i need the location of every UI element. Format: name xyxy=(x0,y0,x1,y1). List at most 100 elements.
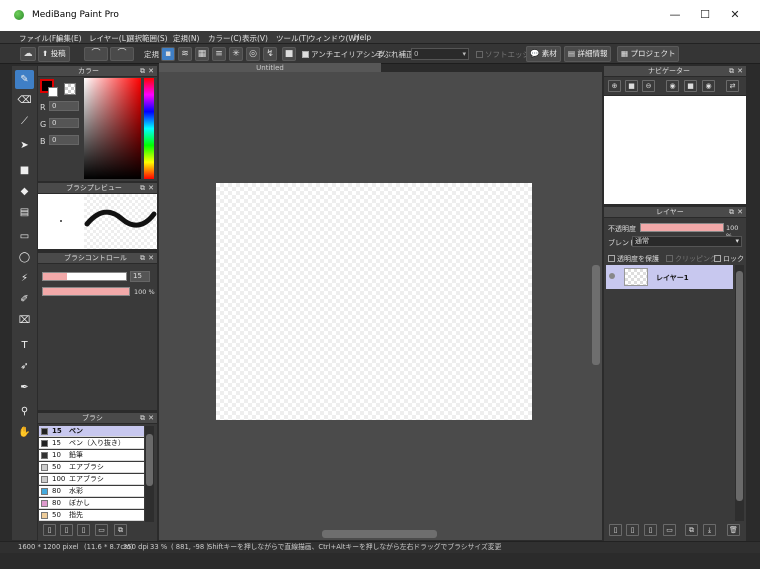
brush-size-slider[interactable] xyxy=(42,272,127,281)
detail-info-button[interactable]: ▤ 詳細情報 xyxy=(564,46,612,62)
brush-curve-icon[interactable]: ⌒ xyxy=(84,47,108,61)
eyedropper-tool-icon[interactable]: ⚲ xyxy=(15,402,34,421)
navigator-preview[interactable] xyxy=(604,96,746,204)
gradient-tool-icon[interactable]: ▤ xyxy=(15,203,34,222)
g-value-input[interactable]: 0 xyxy=(49,118,79,128)
menu-window[interactable]: ウィンドウ(W) xyxy=(308,33,359,44)
shape-tool-icon[interactable]: ■ xyxy=(15,161,34,180)
scroll-thumb[interactable] xyxy=(736,271,743,501)
ruler-curve-icon[interactable]: ↯ xyxy=(263,47,277,61)
undock-icon[interactable]: ⧉ xyxy=(729,207,734,218)
panel-close-icon[interactable]: ✕ xyxy=(737,207,743,218)
rotate-right-icon[interactable]: ◉ xyxy=(702,80,715,92)
drawing-paper[interactable] xyxy=(216,183,532,420)
menu-tools[interactable]: ツール(T) xyxy=(276,33,309,44)
scroll-thumb[interactable] xyxy=(322,530,437,538)
menu-help[interactable]: Help xyxy=(354,33,371,42)
dot-tool-icon[interactable]: ⟋ xyxy=(15,112,34,131)
layer-opacity-slider[interactable] xyxy=(640,223,724,232)
fill-tool-icon[interactable]: ◆ xyxy=(15,182,34,201)
softedge-checkbox[interactable]: ソフトエッジ xyxy=(476,49,530,60)
lock-checkbox[interactable]: ロック xyxy=(714,254,744,264)
ruler-concentric-icon[interactable]: ◎ xyxy=(246,47,260,61)
cloud-icon[interactable]: ☁ xyxy=(20,47,36,61)
scroll-thumb[interactable] xyxy=(146,434,153,486)
brush-list-item[interactable]: 15 ペン xyxy=(39,426,144,437)
magic-wand-tool-icon[interactable]: ⚡ xyxy=(15,269,34,288)
select-rect-tool-icon[interactable]: ▭ xyxy=(15,227,34,246)
new-8bit-layer-icon[interactable]: ▯ xyxy=(644,524,657,536)
post-button[interactable]: ⬆ 投稿 xyxy=(38,46,70,62)
layer-row[interactable]: レイヤー1 xyxy=(606,265,733,289)
transparent-color-swatch[interactable] xyxy=(64,83,76,95)
operation-tool-icon[interactable]: ➶ xyxy=(15,357,34,376)
select-eraser-tool-icon[interactable]: ⌧ xyxy=(15,311,34,330)
brush-list-item[interactable]: 100 エアブラシ xyxy=(39,474,144,485)
brush-tool-icon[interactable]: ✎ xyxy=(15,70,34,89)
brush-list-item[interactable]: 80 ぼかし xyxy=(39,498,144,509)
ruler-snap-icon[interactable]: ■ xyxy=(282,47,296,61)
maximize-button[interactable]: ☐ xyxy=(690,8,720,24)
hand-tool-icon[interactable]: ✋ xyxy=(15,423,34,442)
material-button[interactable]: 💬 素材 xyxy=(526,46,561,62)
brush-settings-icon[interactable]: ▯ xyxy=(60,524,73,536)
visibility-eye-icon[interactable] xyxy=(609,273,615,279)
lasso-tool-icon[interactable]: ◯ xyxy=(15,248,34,267)
brush-size-value[interactable]: 15 xyxy=(130,271,150,282)
r-value-input[interactable]: 0 xyxy=(49,101,79,111)
divide-tool-icon[interactable]: ✒ xyxy=(15,378,34,397)
panel-close-icon[interactable]: ✕ xyxy=(148,183,154,194)
new-halftone-layer-icon[interactable]: ▯ xyxy=(626,524,639,536)
hue-slider[interactable] xyxy=(144,78,154,179)
text-tool-icon[interactable]: T xyxy=(15,336,34,355)
trash-icon[interactable]: 🗑 xyxy=(727,524,740,536)
layer-list-scrollbar[interactable] xyxy=(735,265,744,521)
merge-down-icon[interactable]: ⤓ xyxy=(703,524,716,536)
brush-list-scrollbar[interactable] xyxy=(145,426,154,522)
select-pen-tool-icon[interactable]: ✐ xyxy=(15,290,34,309)
brush-list-item[interactable]: 15 ペン（入り抜き） xyxy=(39,438,144,449)
undock-icon[interactable]: ⧉ xyxy=(140,253,145,264)
menu-selection[interactable]: 選択範囲(S) xyxy=(127,33,168,44)
close-button[interactable]: ✕ xyxy=(720,8,750,24)
eraser-tool-icon[interactable]: ⌫ xyxy=(15,91,34,110)
menu-color[interactable]: カラー(C) xyxy=(208,33,242,44)
undock-icon[interactable]: ⧉ xyxy=(140,183,145,194)
brush-list-item[interactable]: 80 水彩 xyxy=(39,486,144,497)
flip-horizontal-icon[interactable]: ⇄ xyxy=(726,80,739,92)
brush-list-item[interactable]: 50 指先 xyxy=(39,510,144,521)
panel-close-icon[interactable]: ✕ xyxy=(737,66,743,77)
ruler-lines-icon[interactable]: ≡ xyxy=(212,47,226,61)
menu-edit[interactable]: 編集(E) xyxy=(56,33,82,44)
brush-opacity-slider[interactable] xyxy=(42,287,130,296)
actual-size-icon[interactable]: ■ xyxy=(684,80,697,92)
new-layer-icon[interactable]: ▯ xyxy=(609,524,622,536)
menu-file[interactable]: ファイル(F) xyxy=(19,33,59,44)
undock-icon[interactable]: ⧉ xyxy=(729,66,734,77)
undock-icon[interactable]: ⧉ xyxy=(140,66,145,77)
ruler-none-icon[interactable]: ▪ xyxy=(161,47,175,61)
saturation-value-picker[interactable] xyxy=(84,78,141,179)
fit-icon[interactable]: ■ xyxy=(625,80,638,92)
brush-list-item[interactable]: 50 エアブラシ xyxy=(39,462,144,473)
menu-ruler[interactable]: 定規(N) xyxy=(173,33,199,44)
protect-alpha-checkbox[interactable]: 透明度を保護 xyxy=(608,254,659,264)
b-value-input[interactable]: 0 xyxy=(49,135,79,145)
canvas-horizontal-scrollbar[interactable] xyxy=(159,529,591,539)
clipping-checkbox[interactable]: クリッピング xyxy=(666,254,717,264)
panel-close-icon[interactable]: ✕ xyxy=(148,66,154,77)
menu-view[interactable]: 表示(V) xyxy=(242,33,268,44)
ruler-radial-icon[interactable]: ✳ xyxy=(229,47,243,61)
stabilizer-select[interactable]: 0 ▾ xyxy=(411,48,469,60)
blend-mode-select[interactable]: 通常 ▾ xyxy=(632,236,742,247)
zoom-out-icon[interactable]: ⊖ xyxy=(642,80,655,92)
duplicate-layer-icon[interactable]: ⧉ xyxy=(685,524,698,536)
panel-close-icon[interactable]: ✕ xyxy=(148,253,154,264)
new-brush-icon[interactable]: ▯ xyxy=(43,524,56,536)
panel-close-icon[interactable]: ✕ xyxy=(148,413,154,424)
scroll-thumb[interactable] xyxy=(592,265,600,365)
brush-curve-alt-icon[interactable]: ⌒ xyxy=(110,47,134,61)
layer-folder-icon[interactable]: ▭ xyxy=(663,524,676,536)
duplicate-brush-icon[interactable]: ▯ xyxy=(77,524,90,536)
copy-icon[interactable]: ⧉ xyxy=(114,524,127,536)
